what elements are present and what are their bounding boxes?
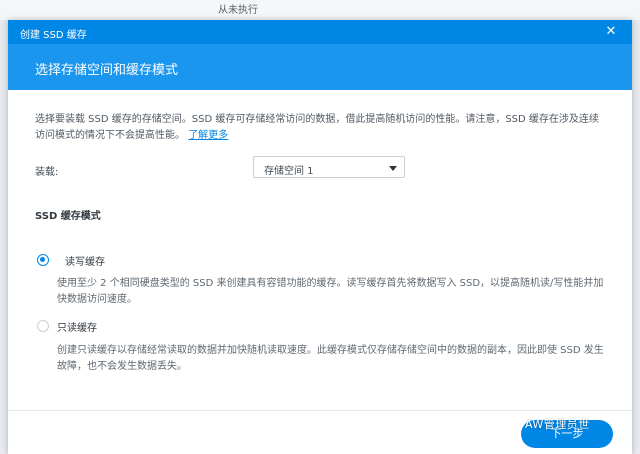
- close-icon[interactable]: ✕: [604, 25, 618, 39]
- volume-select-value: 存储空间 1: [264, 166, 314, 177]
- read-write-label[interactable]: 读写缓存: [65, 253, 105, 268]
- chevron-down-icon: [389, 166, 397, 171]
- background-status-text: 从未执行: [218, 5, 258, 16]
- watermark: AW管理员世: [525, 418, 590, 431]
- read-only-description: 创建只读缓存以存储经常读取的数据并加快随机读取速度。此缓存模式仅存储存储空间中的…: [57, 345, 604, 372]
- read-write-description: 使用至少 2 个相同硬盘类型的 SSD 来创建具有容错功能的缓存。读写缓存首先将…: [57, 278, 604, 305]
- dialog-titlebar: 创建 SSD 缓存 ✕: [8, 20, 632, 44]
- learn-more-link[interactable]: 了解更多: [188, 130, 228, 141]
- description-body: 选择要装载 SSD 缓存的存储空间。SSD 缓存可存储经常访问的数据，借此提高随…: [35, 114, 599, 141]
- page-title: 选择存储空间和缓存模式: [35, 63, 179, 78]
- read-only-label[interactable]: 只读缓存: [57, 319, 97, 334]
- read-write-radio[interactable]: [37, 254, 49, 266]
- dialog-header: 选择存储空间和缓存模式: [8, 44, 632, 90]
- background-window: 从未执行: [0, 0, 640, 20]
- cache-mode-title: SSD 缓存模式: [35, 211, 101, 222]
- mount-label: 装载:: [35, 167, 59, 178]
- dialog-body: 选择要装载 SSD 缓存的存储空间。SSD 缓存可存储经常访问的数据，借此提高随…: [8, 90, 632, 410]
- dialog-title: 创建 SSD 缓存: [20, 30, 87, 41]
- read-only-radio[interactable]: [37, 320, 49, 332]
- volume-select[interactable]: 存储空间 1: [253, 156, 405, 178]
- ssd-cache-dialog: 创建 SSD 缓存 ✕ 选择存储空间和缓存模式 选择要装载 SSD 缓存的存储空…: [8, 20, 632, 454]
- background-left: [0, 20, 8, 454]
- description-text: 选择要装载 SSD 缓存的存储空间。SSD 缓存可存储经常访问的数据，借此提高随…: [35, 112, 605, 144]
